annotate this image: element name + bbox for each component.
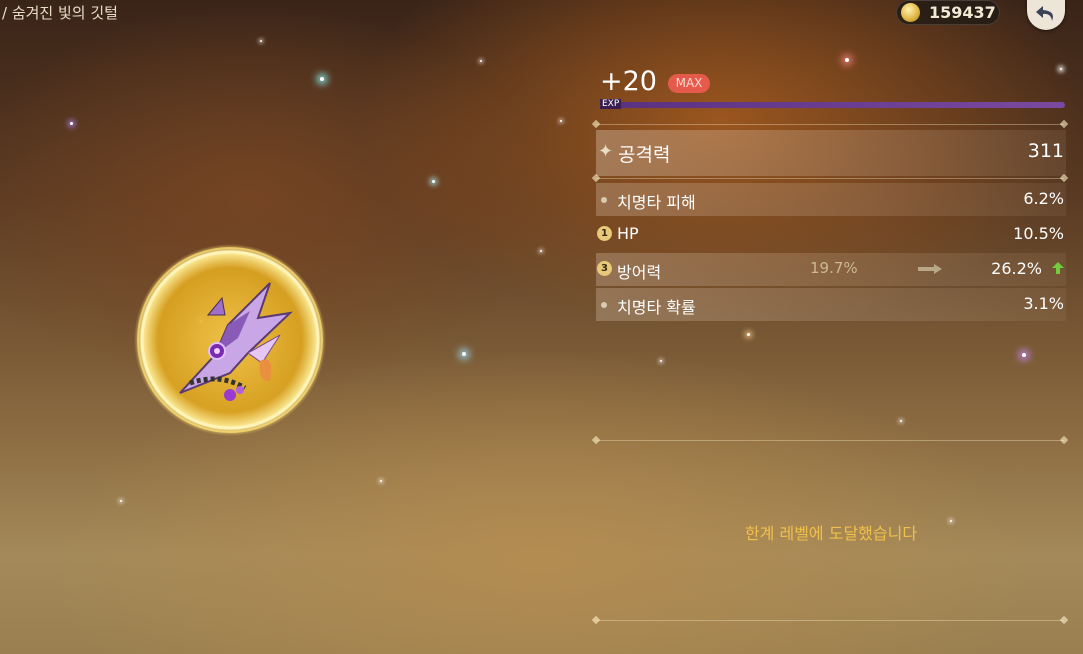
divider [596,440,1064,441]
mora-value: 159437 [929,3,996,22]
bottom-divider [596,620,1064,621]
divider [596,178,1064,179]
max-badge: MAX [668,74,710,93]
main-stat-value: 311 [1027,140,1064,162]
main-stat-row: ✦ 공격력 311 [596,130,1066,176]
arrow-right-icon [918,264,942,274]
artifact-image [130,243,330,438]
exp-progress-bar [600,102,1065,108]
bullet-icon [601,197,607,203]
sparkle-icon: ✦ [598,141,614,162]
upgrade-count-badge: 3 [597,261,612,276]
main-stat-name: 공격력 [618,144,671,166]
artifact-level: +20 [600,66,657,97]
sub-stat-name: 치명타 확률 [617,298,696,317]
sub-stat-old-value: 19.7% [810,259,858,277]
sub-stat-value: 6.2% [1023,189,1064,208]
top-bar: / 숨겨진 빛의 깃털 159437 [0,0,1083,30]
return-arrow-icon [1036,6,1053,21]
sub-stat-row: 치명타 확률 3.1% [596,288,1066,321]
bullet-icon [601,302,607,308]
level-limit-message: 한계 레벨에 도달했습니다 [744,524,918,543]
exp-fill [600,102,1065,108]
sub-stat-row: 치명타 피해 6.2% [596,183,1066,216]
increase-arrow-icon [1052,262,1064,274]
sub-stat-name: 방어력 [617,263,662,282]
sub-stat-value: 10.5% [1013,224,1064,243]
exp-label: EXP [600,99,622,109]
mora-coin-icon [901,3,920,22]
mora-counter: 159437 [896,0,1000,25]
breadcrumb: / 숨겨진 빛의 깃털 [2,4,118,22]
sub-stat-name: HP [617,224,639,243]
sub-stat-value: 26.2% [991,259,1042,278]
sub-stat-row: 1 HP 10.5% [596,218,1066,251]
sub-stat-row: 3 방어력 19.7% 26.2% [596,253,1066,286]
upgrade-count-badge: 1 [597,226,612,241]
divider [596,124,1064,125]
sub-stat-value: 3.1% [1023,294,1064,313]
back-button[interactable] [1027,0,1065,30]
sub-stat-name: 치명타 피해 [617,193,696,212]
